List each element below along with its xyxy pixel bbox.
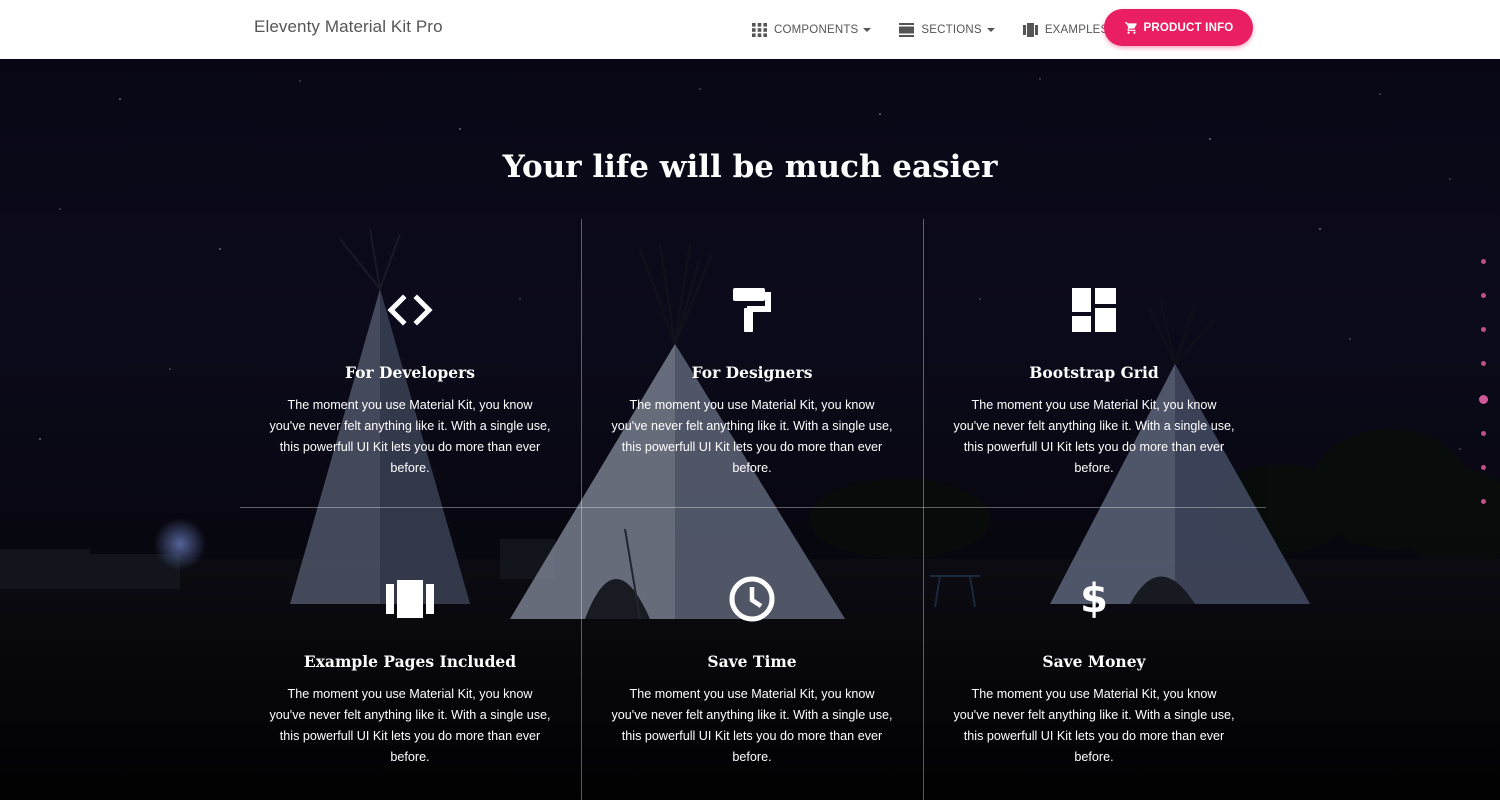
section-nav-dots <box>1478 259 1488 533</box>
code-icon <box>387 294 433 326</box>
feature-description: The moment you use Material Kit, you kno… <box>269 398 551 475</box>
navbar: Eleventy Material Kit Pro Components Sec… <box>0 0 1500 59</box>
feature-designers: For Designers The moment you use Materia… <box>602 285 902 479</box>
nav-components-label: Components <box>774 23 859 36</box>
feature-example-pages: Example Pages Included The moment you us… <box>260 574 560 768</box>
feature-description: The moment you use Material Kit, you kno… <box>953 687 1235 764</box>
feature-developers: For Developers The moment you use Materi… <box>260 285 560 479</box>
section-nav-dot[interactable] <box>1480 431 1486 436</box>
section-title: Your life will be much easier <box>502 149 998 185</box>
grid-divider <box>240 507 1266 508</box>
nav-examples-label: Examples <box>1044 23 1109 36</box>
product-info-label: Product Info <box>1143 21 1234 34</box>
caret-down-icon <box>863 27 872 32</box>
section-nav-dot[interactable] <box>1480 259 1486 264</box>
product-info-button[interactable]: Product Info <box>1104 9 1253 46</box>
feature-description: The moment you use Material Kit, you kno… <box>953 398 1235 475</box>
apps-icon <box>752 22 767 37</box>
section-nav-dot[interactable] <box>1480 293 1486 298</box>
nav-links: Components Sections Examples <box>752 0 1149 59</box>
feature-title: Bootstrap Grid <box>1029 363 1159 382</box>
clock-icon <box>729 576 775 622</box>
grid-divider <box>923 219 924 800</box>
brand-logo[interactable]: Eleventy Material Kit Pro <box>254 17 443 37</box>
section-nav-dot-active[interactable] <box>1478 395 1488 404</box>
section-nav-dot[interactable] <box>1480 465 1486 470</box>
view-day-icon <box>899 22 915 37</box>
caret-down-icon <box>986 27 995 32</box>
dashboard-icon <box>1072 288 1116 332</box>
view-carousel-icon <box>386 580 434 618</box>
feature-title: For Designers <box>691 363 813 382</box>
feature-description: The moment you use Material Kit, you kno… <box>611 398 893 475</box>
view-carousel-icon <box>1022 22 1038 37</box>
format-paint-icon <box>733 288 771 332</box>
feature-description: The moment you use Material Kit, you kno… <box>269 687 551 764</box>
dollar-icon: $ <box>1080 576 1108 622</box>
feature-save-money: $ Save Money The moment you use Material… <box>944 574 1244 768</box>
nav-sections-dropdown[interactable]: Sections <box>899 0 995 59</box>
section-nav-dot[interactable] <box>1480 361 1486 366</box>
nav-sections-label: Sections <box>921 23 982 36</box>
nav-components-dropdown[interactable]: Components <box>752 0 872 59</box>
feature-title: Save Money <box>1042 652 1146 671</box>
feature-title: Save Time <box>707 652 797 671</box>
feature-description: The moment you use Material Kit, you kno… <box>611 687 893 764</box>
feature-save-time: Save Time The moment you use Material Ki… <box>602 574 902 768</box>
features-section: Your life will be much easier For Develo… <box>0 59 1500 800</box>
feature-title: Example Pages Included <box>303 652 517 671</box>
section-nav-dot[interactable] <box>1480 499 1486 504</box>
section-nav-dot[interactable] <box>1480 327 1486 332</box>
feature-bootstrap-grid: Bootstrap Grid The moment you use Materi… <box>944 285 1244 479</box>
feature-title: For Developers <box>344 363 476 382</box>
shopping-cart-icon <box>1124 21 1137 34</box>
grid-divider <box>581 219 582 800</box>
